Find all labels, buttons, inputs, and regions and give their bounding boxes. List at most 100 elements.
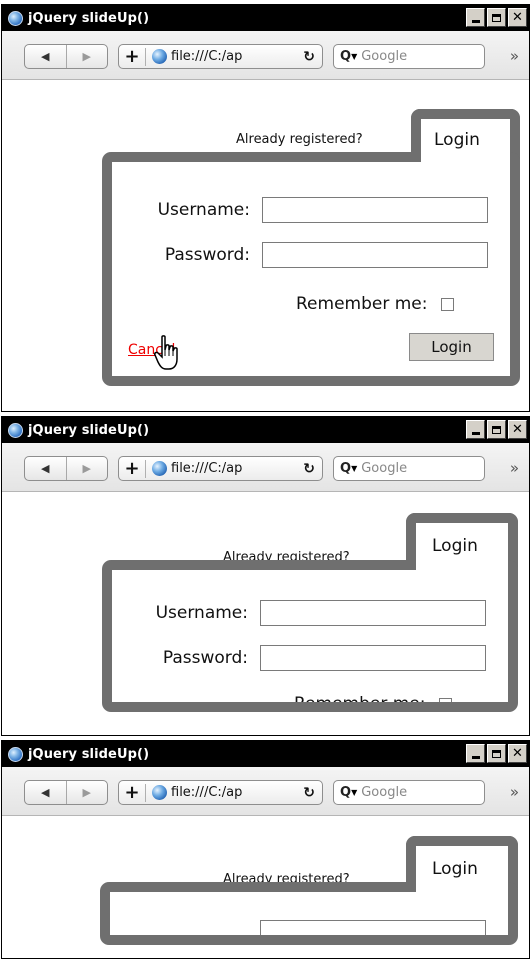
- search-icon: Q: [340, 49, 352, 64]
- minimize-icon: [471, 20, 480, 23]
- toolbar-overflow-icon[interactable]: »: [510, 783, 519, 801]
- back-arrow-icon: ◀: [41, 462, 50, 475]
- username-input[interactable]: [262, 197, 488, 223]
- close-icon: ✕: [512, 10, 523, 25]
- forward-arrow-icon: ▶: [82, 786, 91, 799]
- username-input[interactable]: [260, 600, 486, 626]
- browser-window-1: jQuery slideUp() ✕ ◀ ▶ + file:///C:/ap ↻…: [1, 4, 530, 412]
- reload-icon[interactable]: ↻: [303, 49, 315, 65]
- minimize-button[interactable]: [466, 420, 485, 439]
- search-input[interactable]: [361, 461, 462, 476]
- page-content: Already registered? Login: [2, 816, 529, 958]
- nav-buttons: ◀ ▶: [24, 780, 108, 805]
- search-dropdown-icon[interactable]: ▼: [351, 788, 357, 797]
- search-box[interactable]: Q ▼: [333, 456, 485, 481]
- address-bar[interactable]: + file:///C:/ap ↻: [118, 780, 323, 805]
- close-button[interactable]: ✕: [508, 8, 527, 27]
- page-content: Already registered? Login Username: Pass…: [2, 80, 529, 411]
- address-bar[interactable]: + file:///C:/ap ↻: [118, 44, 323, 69]
- remember-label: Remember me:: [294, 694, 426, 712]
- browser-toolbar: ◀ ▶ + file:///C:/ap ↻ Q▼ »: [2, 443, 529, 492]
- close-button[interactable]: ✕: [508, 744, 527, 763]
- username-row: Username:: [112, 600, 486, 626]
- title-bar: jQuery slideUp() ✕: [2, 741, 529, 767]
- maximize-button[interactable]: [487, 420, 506, 439]
- forward-button[interactable]: ▶: [65, 45, 108, 68]
- password-input[interactable]: [262, 242, 488, 268]
- search-box[interactable]: Q ▼: [333, 780, 485, 805]
- minimize-icon: [471, 432, 480, 435]
- close-button[interactable]: ✕: [508, 420, 527, 439]
- search-input[interactable]: [361, 785, 462, 800]
- password-input[interactable]: [260, 645, 486, 671]
- maximize-button[interactable]: [487, 744, 506, 763]
- login-tab-label[interactable]: Login: [434, 130, 480, 150]
- maximize-button[interactable]: [487, 8, 506, 27]
- username-row: Username:: [112, 197, 488, 223]
- nav-buttons: ◀ ▶: [24, 456, 108, 481]
- search-box[interactable]: Q ▼: [333, 44, 485, 69]
- forward-button[interactable]: ▶: [65, 781, 108, 804]
- back-arrow-icon: ◀: [41, 50, 50, 63]
- forward-arrow-icon: ▶: [82, 462, 91, 475]
- remember-row: Remember me:: [294, 694, 453, 712]
- login-tab-label[interactable]: Login: [432, 536, 478, 556]
- add-bookmark-button[interactable]: +: [119, 459, 146, 478]
- tab-joint: [421, 152, 510, 164]
- password-label: Password:: [164, 245, 250, 265]
- password-row: Password:: [112, 645, 486, 671]
- search-icon: Q: [340, 461, 352, 476]
- browser-window-2: jQuery slideUp() ✕ ◀ ▶ + file:///C:/ap ↻…: [1, 416, 530, 736]
- login-tab-label[interactable]: Login: [432, 859, 478, 879]
- browser-globe-icon: [8, 422, 23, 438]
- close-icon: ✕: [512, 422, 523, 437]
- address-text: file:///C:/ap: [171, 49, 243, 64]
- back-button[interactable]: ◀: [25, 457, 66, 480]
- toolbar-overflow-icon[interactable]: »: [510, 47, 519, 65]
- password-label: Password:: [162, 648, 248, 668]
- username-label: Username:: [157, 200, 250, 220]
- username-label: Username:: [155, 603, 248, 623]
- back-button[interactable]: ◀: [25, 45, 66, 68]
- address-bar[interactable]: + file:///C:/ap ↻: [118, 456, 323, 481]
- title-bar: jQuery slideUp() ✕: [2, 417, 529, 443]
- username-input[interactable]: [260, 920, 486, 935]
- address-text: file:///C:/ap: [171, 785, 243, 800]
- forward-arrow-icon: ▶: [82, 50, 91, 63]
- title-bar: jQuery slideUp() ✕: [2, 5, 529, 31]
- search-icon: Q: [340, 785, 352, 800]
- back-button[interactable]: ◀: [25, 781, 66, 804]
- page-content: Already registered? Login Username: Pass…: [2, 492, 529, 735]
- search-input[interactable]: [361, 49, 462, 64]
- page-favicon-icon: [152, 461, 167, 476]
- window-title: jQuery slideUp(): [28, 10, 150, 26]
- address-text: file:///C:/ap: [171, 461, 243, 476]
- browser-toolbar: ◀ ▶ + file:///C:/ap ↻ Q▼ »: [2, 31, 529, 80]
- remember-checkbox[interactable]: [439, 697, 453, 702]
- add-bookmark-button[interactable]: +: [119, 783, 146, 802]
- window-title: jQuery slideUp(): [28, 746, 150, 762]
- tab-joint: [416, 560, 508, 572]
- search-dropdown-icon[interactable]: ▼: [351, 52, 357, 61]
- window-title: jQuery slideUp(): [28, 422, 150, 438]
- remember-row: Remember me:: [296, 294, 455, 314]
- browser-globe-icon: [8, 10, 23, 26]
- toolbar-overflow-icon[interactable]: »: [510, 459, 519, 477]
- forward-button[interactable]: ▶: [65, 457, 108, 480]
- page-favicon-icon: [152, 785, 167, 800]
- reload-icon[interactable]: ↻: [303, 785, 315, 801]
- maximize-icon: [492, 425, 501, 434]
- minimize-button[interactable]: [466, 744, 485, 763]
- reload-icon[interactable]: ↻: [303, 461, 315, 477]
- add-bookmark-button[interactable]: +: [119, 47, 146, 66]
- already-registered-text: Already registered?: [236, 132, 363, 147]
- search-dropdown-icon[interactable]: ▼: [351, 464, 357, 473]
- back-arrow-icon: ◀: [41, 786, 50, 799]
- nav-buttons: ◀ ▶: [24, 44, 108, 69]
- browser-toolbar: ◀ ▶ + file:///C:/ap ↻ Q▼ »: [2, 767, 529, 816]
- remember-label: Remember me:: [296, 294, 428, 314]
- minimize-button[interactable]: [466, 8, 485, 27]
- remember-checkbox[interactable]: [441, 297, 455, 311]
- close-icon: ✕: [512, 746, 523, 761]
- login-button[interactable]: Login: [409, 333, 494, 361]
